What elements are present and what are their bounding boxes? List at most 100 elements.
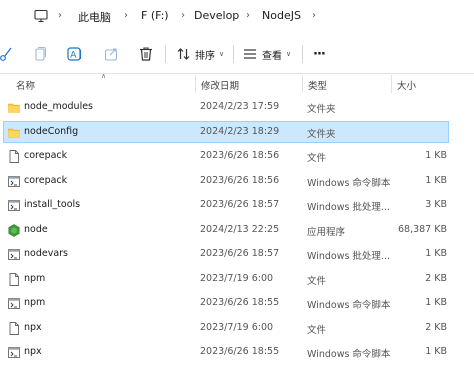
file-row[interactable]: corepack 2023/6/26 18:56 Windows 命令脚本 1 KB [3,170,449,192]
view-list-icon [244,49,256,59]
file-type: 应用程序 [307,226,346,238]
chevron-right-icon[interactable]: › [246,10,250,21]
sort-ascending-icon: ∧ [101,72,107,80]
file-size: 1 KB [425,297,447,308]
column-name[interactable]: 名称 [16,78,35,92]
file-name: corepack [24,150,68,161]
monitor-icon[interactable] [34,9,48,23]
file-type: 文件夹 [307,128,336,140]
file-type: 文件 [307,275,327,287]
folder-icon [8,101,20,114]
file-date: 2023/6/26 18:57 [200,199,280,210]
file-name: npm [24,272,46,284]
sort-label: 排序 [195,50,215,62]
command-bar: A 排序 ∨ 查看 ∨ ··· [0,33,474,74]
file-date: 2023/7/19 6:00 [200,272,274,284]
file-size: 1 KB [425,150,447,161]
file-size: 2 KB [425,272,447,284]
file-type: Windows 命令脚本 [307,177,391,189]
column-size[interactable]: 大小 [397,78,416,92]
file-date: 2024/2/13 22:25 [200,223,280,235]
sort-button[interactable]: 排序 ∨ [177,45,224,63]
file-size: 1 KB [425,248,447,259]
script-icon [8,346,20,359]
file-name: npx [24,346,42,357]
share-button[interactable] [104,45,120,63]
file-size: 3 KB [425,199,447,210]
svg-text:A: A [70,51,77,61]
file-row[interactable]: npx 2023/7/19 6:00 文件 2 KB [3,317,449,339]
file-name: npm [24,297,46,308]
chevron-right-icon[interactable]: › [181,10,185,21]
script-icon [8,175,20,188]
chevron-right-icon[interactable]: › [312,10,316,21]
view-label: 查看 [262,50,282,62]
breadcrumb-item-nodejs[interactable]: NodeJS [262,9,301,22]
file-name: npx [24,321,42,333]
file-row[interactable]: nodevars 2023/6/26 18:57 Windows 批处理... 1 K… [3,243,449,265]
file-name: nodeConfig [24,125,79,137]
more-icon: ··· [313,46,326,62]
trash-icon [140,47,152,61]
file-type: 文件夹 [307,104,336,115]
file-type: Windows 命令脚本 [307,349,391,360]
chevron-right-icon[interactable]: › [58,10,62,21]
file-row[interactable]: node_modules 2024/2/23 17:59 文件夹 [3,96,449,118]
file-name: node [24,223,48,235]
file-type: Windows 命令脚本 [307,300,391,311]
script-icon [8,248,20,261]
file-date: 2023/6/26 18:56 [200,150,280,161]
column-divider[interactable] [391,75,392,93]
column-date[interactable]: 修改日期 [201,78,239,92]
file-name: nodevars [24,248,69,259]
view-button[interactable]: 查看 ∨ [243,45,291,63]
file-date: 2023/6/26 18:55 [200,346,280,357]
file-date: 2023/6/26 18:56 [200,174,280,186]
file-size: 1 KB [425,174,447,186]
breadcrumb-item-this-pc[interactable]: 此电脑 [78,9,111,25]
breadcrumb-item-develop[interactable]: Develop [194,9,239,22]
file-date: 2024/2/23 17:59 [200,101,280,112]
cut-button[interactable] [0,45,14,63]
file-size: 1 KB [425,346,447,357]
folder-icon [8,126,20,139]
share-icon [104,48,118,61]
node-app-icon [8,223,20,237]
file-date: 2024/2/23 18:29 [200,125,280,137]
column-divider[interactable] [195,75,196,93]
chevron-down-icon: ∨ [219,50,225,58]
file-row[interactable]: npm 2023/6/26 18:55 Windows 命令脚本 1 KB [3,292,449,314]
file-icon [8,321,20,335]
sort-icon [177,48,190,60]
toolbar-divider [302,45,303,63]
delete-button[interactable] [139,45,153,63]
file-row[interactable]: npx 2023/6/26 18:55 Windows 命令脚本 1 KB [3,341,449,363]
file-date: 2023/6/26 18:57 [200,248,280,259]
script-icon [8,199,20,212]
file-row[interactable]: corepack 2023/6/26 18:56 文件 1 KB [3,145,449,167]
rename-icon: A [67,47,82,61]
more-options-button[interactable]: ··· [313,45,326,63]
address-bar: › 此电脑 › F (F:) › Develop › NodeJS › [0,0,474,33]
file-row[interactable]: install_tools 2023/6/26 18:57 Windows 批处理.… [3,194,449,216]
column-header: ∧ 名称 修改日期 类型 大小 [0,72,474,95]
file-type: 文件 [307,324,327,336]
rename-button[interactable]: A [67,45,83,63]
file-type: Windows 批处理... [307,251,390,262]
chevron-down-icon: ∨ [286,50,292,58]
file-name: node_modules [24,101,94,112]
chevron-right-icon[interactable]: › [124,10,128,21]
file-date: 2023/7/19 6:00 [200,321,274,333]
column-type[interactable]: 类型 [308,78,327,92]
column-divider[interactable] [302,75,303,93]
copy-button[interactable] [33,45,47,63]
file-row[interactable]: npm 2023/7/19 6:00 文件 2 KB [3,268,449,290]
script-icon [8,297,20,310]
toolbar-divider [233,45,234,63]
cut-icon [0,47,12,61]
file-row[interactable]: nodeConfig 2024/2/23 18:29 文件夹 [3,120,449,143]
file-row[interactable]: node 2024/2/13 22:25 应用程序 68,387 KB [3,219,449,241]
file-icon [8,150,20,163]
file-size: 68,387 KB [397,223,447,235]
breadcrumb-item-drive[interactable]: F (F:) [141,9,169,22]
